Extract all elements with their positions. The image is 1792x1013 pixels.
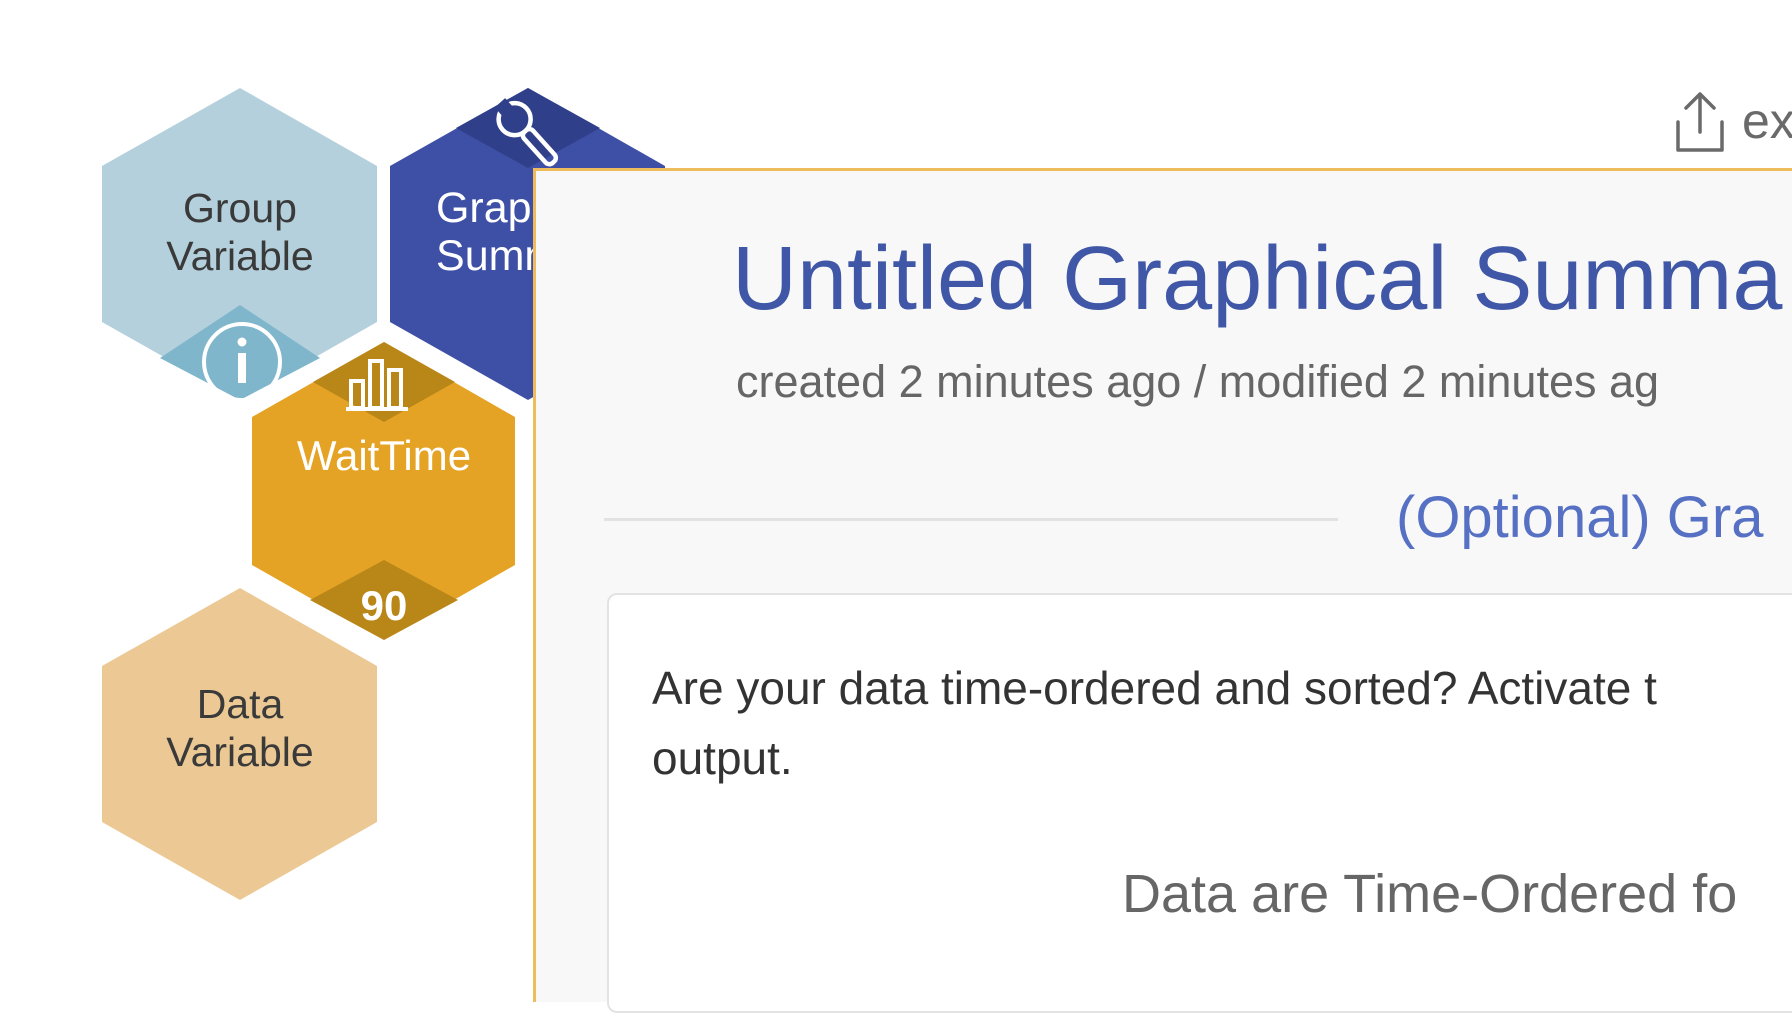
section-title[interactable]: (Optional) Gra [1396,489,1763,547]
page-title[interactable]: Untitled Graphical Summa [732,234,1782,324]
section-divider [604,518,1338,521]
hex-wait-time-count: 90 [361,582,408,629]
hex-data-variable-line1: Data [197,681,284,727]
time-ordered-toggle-label[interactable]: Data are Time-Ordered fo [1122,867,1737,921]
export-label: ex [1742,93,1792,149]
hex-data-variable[interactable]: Data Variable [102,588,377,900]
main-panel: Untitled Graphical Summa created 2 minut… [533,168,1792,1013]
card-description: Are your data time-ordered and sorted? A… [652,653,1792,793]
options-card: Are your data time-ordered and sorted? A… [607,593,1792,1013]
hex-wait-time-label: WaitTime [297,432,471,479]
hex-group-variable-line2: Variable [166,233,313,279]
hex-group-variable-line1: Group [183,185,297,231]
export-icon [1676,92,1724,152]
card-description-line1: Are your data time-ordered and sorted? A… [652,662,1657,714]
card-description-line2: output. [652,732,793,784]
timestamp-meta: created 2 minutes ago / modified 2 minut… [736,356,1660,407]
export-button[interactable]: ex [1672,86,1792,156]
hex-data-variable-line2: Variable [166,729,313,775]
